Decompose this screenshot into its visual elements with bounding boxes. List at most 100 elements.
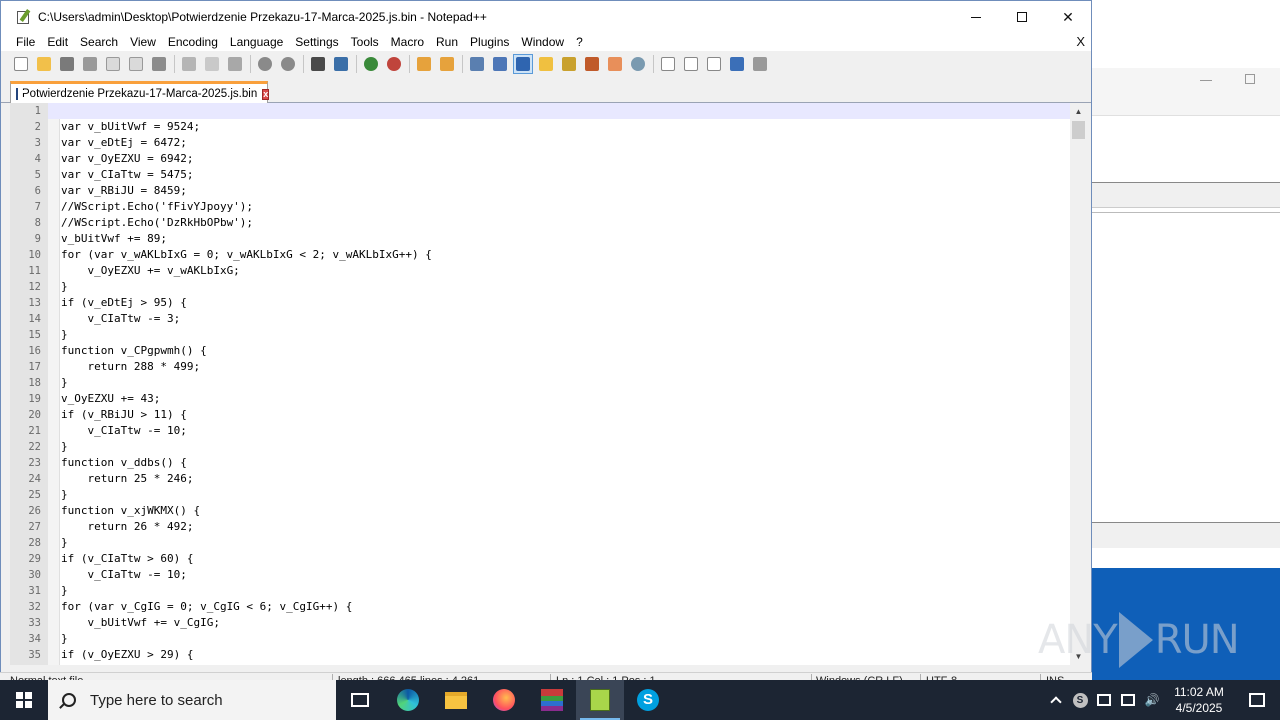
open-file-icon[interactable] bbox=[34, 54, 54, 74]
find-icon[interactable] bbox=[308, 54, 328, 74]
code-line[interactable]: 8 //WScript.Echo('DzRkHbOPbw'); bbox=[10, 215, 1070, 231]
sync-vertical-icon[interactable] bbox=[414, 54, 434, 74]
code-line[interactable]: 25} bbox=[10, 487, 1070, 503]
code-line[interactable]: 21 v_CIaTtw -= 10; bbox=[10, 423, 1070, 439]
menu-plugins[interactable]: Plugins bbox=[464, 33, 515, 51]
play-macro-icon[interactable] bbox=[704, 54, 724, 74]
menu-settings[interactable]: Settings bbox=[289, 33, 344, 51]
copy-icon[interactable] bbox=[202, 54, 222, 74]
print-icon[interactable] bbox=[149, 54, 169, 74]
indent-guide-icon[interactable] bbox=[513, 54, 533, 74]
code-line[interactable]: 20 if (v_RBiJU > 11) { bbox=[10, 407, 1070, 423]
code-line[interactable]: 29 if (v_CIaTtw > 60) { bbox=[10, 551, 1070, 567]
maximize-button[interactable] bbox=[999, 1, 1045, 33]
title-bar[interactable]: C:\Users\admin\Desktop\Potwierdzenie Prz… bbox=[1, 1, 1091, 33]
taskbar-notepad-plus-plus[interactable] bbox=[576, 680, 624, 720]
code-line[interactable]: 12} bbox=[10, 279, 1070, 295]
menu-language[interactable]: Language bbox=[224, 33, 289, 51]
menu-search[interactable]: Search bbox=[74, 33, 124, 51]
save-all-icon[interactable] bbox=[80, 54, 100, 74]
record-macro-icon[interactable] bbox=[658, 54, 678, 74]
editor-area[interactable]: 1 2 var v_bUitVwf = 9524; 3 var v_eDtEj = 64… bbox=[10, 103, 1070, 665]
taskbar-firefox[interactable] bbox=[480, 680, 528, 720]
code-line[interactable]: 27 return 26 * 492; bbox=[10, 519, 1070, 535]
code-line[interactable]: 26 function v_xjWKMX() { bbox=[10, 503, 1070, 519]
tray-device-button[interactable] bbox=[1092, 680, 1116, 720]
tab-close-icon[interactable]: x bbox=[262, 88, 270, 100]
taskbar-edge[interactable] bbox=[384, 680, 432, 720]
monitoring-icon[interactable] bbox=[628, 54, 648, 74]
background-minimize-icon[interactable] bbox=[1200, 80, 1212, 81]
taskbar-file-explorer[interactable] bbox=[432, 680, 480, 720]
scroll-up-icon[interactable]: ▲ bbox=[1070, 103, 1087, 120]
menu-help[interactable]: ? bbox=[570, 33, 589, 51]
close-document-button[interactable]: X bbox=[1076, 33, 1085, 51]
code-line[interactable]: 11 v_OyEZXU += v_wAKLbIxG; bbox=[10, 263, 1070, 279]
code-line[interactable]: 23 function v_ddbs() { bbox=[10, 455, 1070, 471]
close-icon[interactable] bbox=[103, 54, 123, 74]
code-line[interactable]: 2 var v_bUitVwf = 9524; bbox=[10, 119, 1070, 135]
clock[interactable]: 11:02 AM 4/5/2025 bbox=[1164, 684, 1234, 716]
menu-run[interactable]: Run bbox=[430, 33, 464, 51]
code-line[interactable]: 32 for (var v_CgIG = 0; v_CgIG < 6; v_CgI… bbox=[10, 599, 1070, 615]
code-line[interactable]: 7 //WScript.Echo('fFivYJpoyy'); bbox=[10, 199, 1070, 215]
paste-icon[interactable] bbox=[225, 54, 245, 74]
code-line[interactable]: 10 for (var v_wAKLbIxG = 0; v_wAKLbIxG < … bbox=[10, 247, 1070, 263]
scroll-thumb[interactable] bbox=[1072, 121, 1085, 139]
code-line[interactable]: 5 var v_CIaTtw = 5475; bbox=[10, 167, 1070, 183]
code-line[interactable]: 3 var v_eDtEj = 6472; bbox=[10, 135, 1070, 151]
action-center-button[interactable] bbox=[1234, 680, 1280, 720]
function-list-icon[interactable] bbox=[582, 54, 602, 74]
taskbar-skype[interactable]: S bbox=[624, 680, 672, 720]
undo-icon[interactable] bbox=[255, 54, 275, 74]
code-line[interactable]: 30 v_CIaTtw -= 10; bbox=[10, 567, 1070, 583]
code-line[interactable]: 24 return 25 * 246; bbox=[10, 471, 1070, 487]
menu-tools[interactable]: Tools bbox=[345, 33, 385, 51]
code-line[interactable]: 4 var v_OyEZXU = 6942; bbox=[10, 151, 1070, 167]
menu-file[interactable]: File bbox=[10, 33, 41, 51]
notepad-app-icon[interactable] bbox=[16, 9, 32, 25]
taskbar-search-box[interactable]: Type here to search bbox=[48, 680, 336, 720]
task-view-button[interactable] bbox=[336, 680, 384, 720]
background-maximize-icon[interactable] bbox=[1245, 74, 1255, 84]
code-line[interactable]: 15} bbox=[10, 327, 1070, 343]
folder-workspace-icon[interactable] bbox=[605, 54, 625, 74]
stop-macro-icon[interactable] bbox=[681, 54, 701, 74]
code-line[interactable]: 16 function v_CPgpwmh() { bbox=[10, 343, 1070, 359]
word-wrap-icon[interactable] bbox=[467, 54, 487, 74]
close-button[interactable]: ✕ bbox=[1045, 1, 1091, 33]
menu-window[interactable]: Window bbox=[515, 33, 570, 51]
menu-macro[interactable]: Macro bbox=[385, 33, 430, 51]
sync-horizontal-icon[interactable] bbox=[437, 54, 457, 74]
code-line[interactable]: 6 var v_RBiJU = 8459; bbox=[10, 183, 1070, 199]
doc-map-icon[interactable] bbox=[559, 54, 579, 74]
cut-icon[interactable] bbox=[179, 54, 199, 74]
code-line[interactable]: 17 return 288 * 499; bbox=[10, 359, 1070, 375]
minimize-button[interactable] bbox=[953, 1, 999, 33]
replace-icon[interactable] bbox=[331, 54, 351, 74]
code-line[interactable]: 33 v_bUitVwf += v_CgIG; bbox=[10, 615, 1070, 631]
new-file-icon[interactable] bbox=[11, 54, 31, 74]
code-line[interactable]: 31} bbox=[10, 583, 1070, 599]
run-macro-multiple-icon[interactable] bbox=[727, 54, 747, 74]
code-line[interactable]: 34} bbox=[10, 631, 1070, 647]
show-all-chars-icon[interactable] bbox=[490, 54, 510, 74]
tray-app-button[interactable]: S bbox=[1068, 680, 1092, 720]
zoom-out-icon[interactable] bbox=[384, 54, 404, 74]
menu-edit[interactable]: Edit bbox=[41, 33, 74, 51]
code-line[interactable]: 9 v_bUitVwf += 89; bbox=[10, 231, 1070, 247]
zoom-in-icon[interactable] bbox=[361, 54, 381, 74]
close-all-icon[interactable] bbox=[126, 54, 146, 74]
start-button[interactable] bbox=[0, 680, 48, 720]
save-icon[interactable] bbox=[57, 54, 77, 74]
code-line[interactable]: 1 bbox=[10, 103, 1070, 119]
code-line[interactable]: 18} bbox=[10, 375, 1070, 391]
tab-document[interactable]: Potwierdzenie Przekazu-17-Marca-2025.js.… bbox=[10, 81, 270, 104]
network-button[interactable] bbox=[1116, 680, 1140, 720]
redo-icon[interactable] bbox=[278, 54, 298, 74]
show-hidden-icons-button[interactable] bbox=[1044, 680, 1068, 720]
code-line[interactable]: 22} bbox=[10, 439, 1070, 455]
taskbar-winrar[interactable] bbox=[528, 680, 576, 720]
code-line[interactable]: 19 v_OyEZXU += 43; bbox=[10, 391, 1070, 407]
volume-button[interactable]: 🔊 bbox=[1140, 680, 1164, 720]
